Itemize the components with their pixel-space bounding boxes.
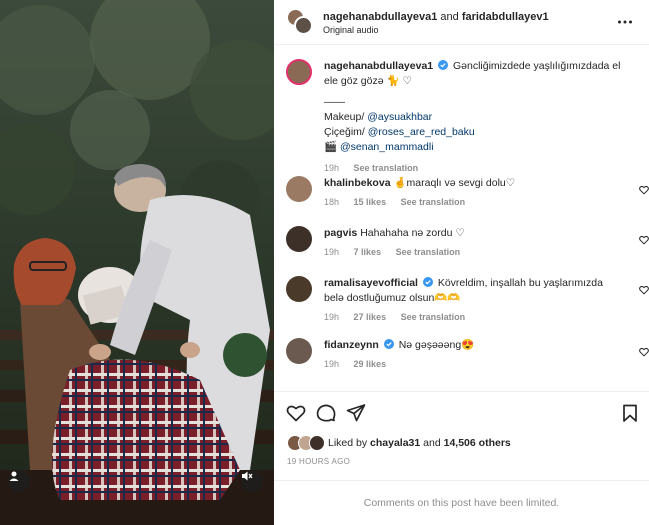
avatar[interactable] <box>286 59 312 85</box>
verified-badge-icon <box>422 277 433 287</box>
caption-flower-line: Çiçeğim/ @roses_are_red_baku <box>324 125 624 140</box>
avatar[interactable] <box>294 16 313 35</box>
post-actions: Liked by chayala31 and 14,506 others 19 … <box>274 391 649 525</box>
comment-item: ramalisayevofficial Kövreldim, inşallah … <box>286 276 649 331</box>
post-time[interactable]: 19 HOURS AGO <box>287 457 350 466</box>
comment-likes[interactable]: 15 likes <box>354 197 387 207</box>
liked-by-and: and <box>423 437 441 449</box>
more-icon[interactable] <box>617 14 633 30</box>
audio-link[interactable]: Original audio <box>323 25 379 35</box>
share-icon[interactable] <box>346 403 366 423</box>
username-link[interactable]: nagehanabdullayeva1 <box>324 60 433 72</box>
collab-avatars[interactable] <box>286 8 314 36</box>
like-comment-heart-icon[interactable] <box>639 185 649 195</box>
comment-likes[interactable]: 7 likes <box>354 247 382 257</box>
comment-likes[interactable]: 29 likes <box>354 359 387 369</box>
mention-link[interactable]: @roses_are_red_baku <box>368 126 475 138</box>
username-link[interactable]: fidanzeynn <box>324 339 379 351</box>
collab-usernames: nagehanabdullayeva1 and faridabdullayev1 <box>323 11 549 23</box>
username-link[interactable]: ramalisayevofficial <box>324 277 418 289</box>
liked-by-prefix: Liked by <box>328 437 368 449</box>
comment-body: khalinbekova 🤞maraqlı və sevgi dolu♡ 18h… <box>324 176 624 210</box>
verified-badge-icon <box>383 339 394 349</box>
caption-meta: 19h See translation <box>324 161 624 176</box>
comment-body: pagvis Hahahaha nə zordu ♡ 19h 7 likes S… <box>324 226 624 260</box>
comment-item: khalinbekova 🤞maraqlı və sevgi dolu♡ 18h… <box>286 176 649 216</box>
comment-icon[interactable] <box>316 403 336 423</box>
verified-badge-icon <box>438 60 449 70</box>
user-tag-button[interactable] <box>8 470 30 492</box>
post-header: nagehanabdullayeva1 and faridabdullayev1… <box>274 0 649 45</box>
see-translation-button[interactable]: See translation <box>354 163 419 173</box>
post-modal: nagehanabdullayeva1 and faridabdullayev1… <box>0 0 649 525</box>
avatar[interactable] <box>286 338 312 364</box>
mention-link[interactable]: @senan_mammadli <box>340 141 434 153</box>
username-link[interactable]: chayala31 <box>370 437 420 449</box>
mute-button[interactable] <box>241 470 263 492</box>
video-frame <box>0 0 274 525</box>
caption-separator: —— <box>324 96 345 108</box>
caption-video-line: 🎬 @senan_mammadli <box>324 140 624 155</box>
comment-item: pagvis Hahahaha nə zordu ♡ 19h 7 likes S… <box>286 226 649 266</box>
liked-by-avatars <box>287 435 325 451</box>
mention-link[interactable]: @aysuakhbar <box>367 111 432 123</box>
comments-limited-notice: Comments on this post have been limited. <box>363 497 560 509</box>
comment-meta: 19h 7 likes See translation <box>324 245 624 260</box>
caption-body: nagehanabdullayeva1 Gəncliğimizdede yaşl… <box>324 59 624 176</box>
post-caption: nagehanabdullayeva1 Gəncliğimizdede yaşl… <box>286 59 636 173</box>
comment-text: Hahahaha nə zordu ♡ <box>360 227 465 239</box>
likes-text: Liked by chayala31 and 14,506 others <box>328 437 511 449</box>
comment-time[interactable]: 19h <box>324 163 339 173</box>
camera-icon: 🎬 <box>324 141 338 153</box>
post-details-panel: nagehanabdullayeva1 and faridabdullayev1… <box>274 0 649 525</box>
avatar <box>309 435 325 451</box>
avatar[interactable] <box>286 176 312 202</box>
caption-makeup-line: Makeup/ @aysuakhbar <box>324 110 624 125</box>
username-link[interactable]: nagehanabdullayeva1 <box>323 11 437 23</box>
bookmark-icon[interactable] <box>620 403 640 423</box>
caption-label: Çiçeğim/ <box>324 126 365 138</box>
comment-likes[interactable]: 27 likes <box>354 312 387 322</box>
comment-time[interactable]: 19h <box>324 312 339 322</box>
comment-meta: 19h 27 likes See translation <box>324 310 624 325</box>
heart-icon[interactable] <box>286 403 306 423</box>
and-text: and <box>440 11 459 23</box>
see-translation-button[interactable]: See translation <box>401 197 466 207</box>
avatar[interactable] <box>286 276 312 302</box>
comment-item: fidanzeynn Nə gəşəəəng😍 19h 29 likes <box>286 338 649 378</box>
username-link[interactable]: khalinbekova <box>324 177 391 189</box>
comment-time[interactable]: 19h <box>324 359 339 369</box>
mute-icon <box>242 471 253 481</box>
comment-body: fidanzeynn Nə gəşəəəng😍 19h 29 likes <box>324 338 624 372</box>
see-translation-button[interactable]: See translation <box>401 312 466 322</box>
comment-time[interactable]: 19h <box>324 247 339 257</box>
comment-meta: 19h 29 likes <box>324 357 624 372</box>
comments-limited-bar: Comments on this post have been limited. <box>274 480 649 525</box>
comment-text: 🤞maraqlı və sevgi dolu♡ <box>393 177 516 189</box>
post-video[interactable] <box>0 0 274 525</box>
avatar[interactable] <box>286 226 312 252</box>
likes-summary[interactable]: Liked by chayala31 and 14,506 others <box>287 434 511 452</box>
username-link[interactable]: faridabdullayev1 <box>462 11 549 23</box>
user-tag-icon <box>9 471 19 481</box>
comment-meta: 18h 15 likes See translation <box>324 195 624 210</box>
like-comment-heart-icon[interactable] <box>639 347 649 357</box>
comment-text: Nə gəşəəəng😍 <box>398 339 475 351</box>
like-comment-heart-icon[interactable] <box>639 235 649 245</box>
username-link[interactable]: pagvis <box>324 227 357 239</box>
see-translation-button[interactable]: See translation <box>396 247 461 257</box>
caption-label: Makeup/ <box>324 111 365 123</box>
comment-body: ramalisayevofficial Kövreldim, inşallah … <box>324 276 624 325</box>
comment-time[interactable]: 18h <box>324 197 339 207</box>
comments-list[interactable]: nagehanabdullayeva1 Gəncliğimizdede yaşl… <box>274 46 649 391</box>
likes-count[interactable]: 14,506 others <box>444 437 511 449</box>
like-comment-heart-icon[interactable] <box>639 285 649 295</box>
